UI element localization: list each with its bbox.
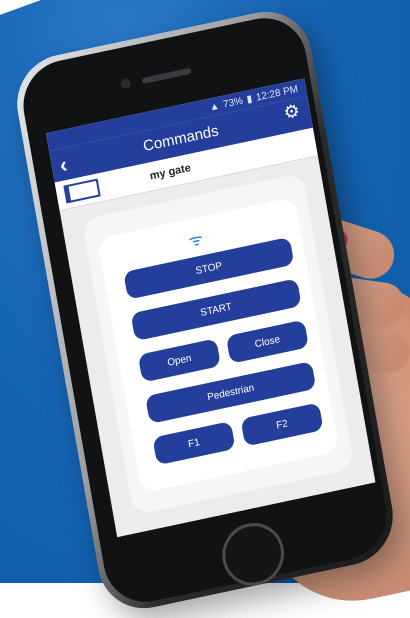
camera-icon	[119, 77, 132, 90]
speaker-grille	[141, 67, 192, 84]
gear-icon[interactable]: ⚙	[282, 100, 301, 124]
f1-button[interactable]: F1	[152, 421, 236, 466]
open-button[interactable]: Open	[137, 338, 221, 383]
battery-level: 73%	[222, 95, 244, 111]
device-name: my gate	[148, 161, 192, 183]
gate-icon	[63, 178, 101, 204]
commands-panel: ᯤ STOP START Open Close Pedestrian F1 F2	[81, 172, 355, 516]
close-button[interactable]: Close	[225, 319, 309, 364]
f2-button[interactable]: F2	[240, 402, 324, 447]
battery-icon: ▮	[245, 93, 254, 106]
signal-icon: ▲	[208, 100, 221, 114]
commands-card: ᯤ STOP START Open Close Pedestrian F1 F2	[97, 196, 340, 494]
wifi-icon: ᯤ	[187, 230, 205, 251]
